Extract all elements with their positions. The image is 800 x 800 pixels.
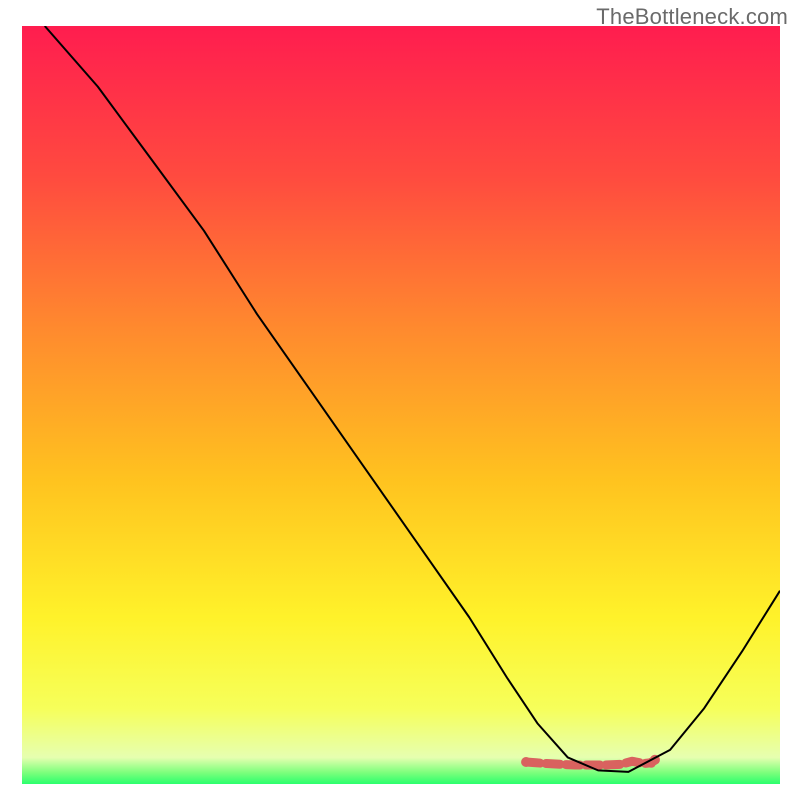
chart-container: TheBottleneck.com xyxy=(0,0,800,800)
marker-dot xyxy=(521,757,531,767)
plot-area xyxy=(22,26,780,784)
chart-svg xyxy=(22,26,780,784)
